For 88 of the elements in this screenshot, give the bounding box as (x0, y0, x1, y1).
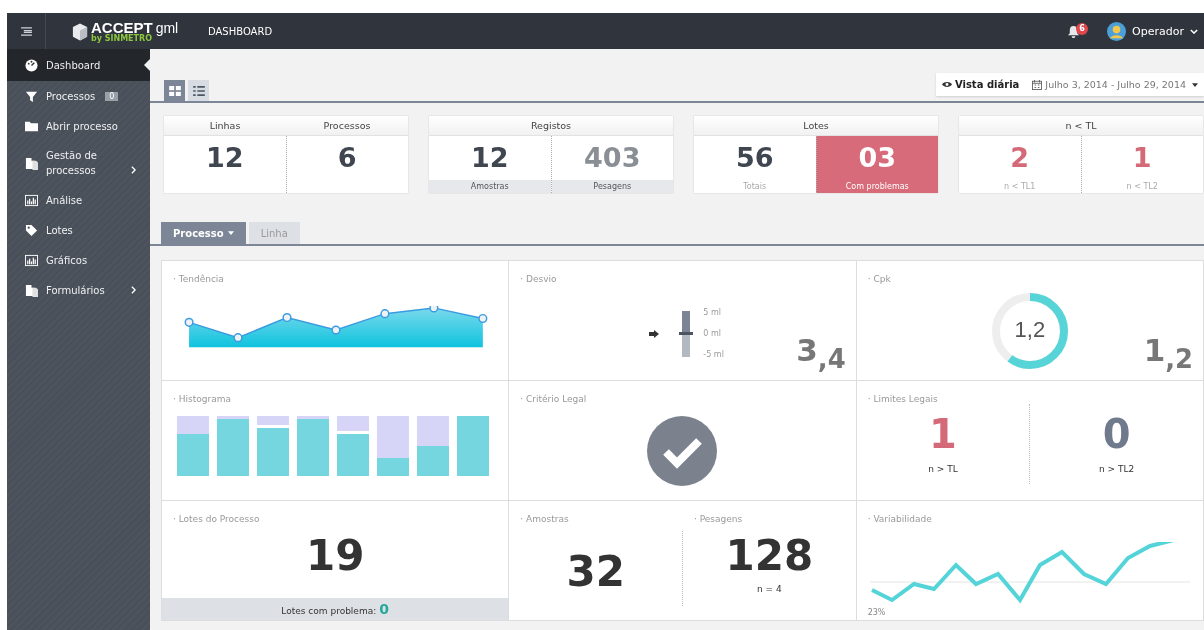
footer-value: 0 (379, 601, 389, 617)
sidebar-item[interactable]: Processos 0 (7, 81, 150, 111)
documents-icon (25, 283, 38, 297)
list-icon (192, 85, 205, 96)
chevron-down-icon (1190, 28, 1198, 34)
stat-card-title: Processos (322, 119, 372, 133)
panel-title: · Lotes do Processo (173, 514, 260, 524)
tab[interactable]: Processo (161, 222, 246, 244)
sidebar-item[interactable]: Abrir processo (7, 111, 150, 141)
stat-card-title: Registos (529, 119, 573, 133)
stat-card-title: n < TL (1064, 119, 1098, 133)
filter-icon (25, 89, 38, 103)
stat-value: 403 (584, 141, 641, 175)
lots-value: 19 (305, 530, 365, 582)
footer-label: Lotes com problema: (281, 606, 377, 616)
eye-icon (941, 81, 952, 88)
stat-value: 2 (1010, 141, 1030, 175)
sidebar-item[interactable]: Formulários (7, 275, 150, 305)
stat-value: 12 (470, 141, 509, 175)
stat-value: 03 (858, 141, 897, 175)
stat-card-title: Lotes (802, 119, 830, 133)
sidebar-item[interactable]: Análise (7, 185, 150, 215)
daily-view-button[interactable]: Vista diária (954, 79, 1020, 90)
panel-title: · Critério Legal (520, 394, 587, 404)
box-logo-icon (72, 21, 88, 41)
documents-icon (25, 156, 38, 170)
panel-title: · Desvio (520, 274, 557, 284)
stat-value: 56 (735, 141, 774, 175)
gauge-label: 1,2 (1013, 317, 1047, 343)
list-view-button[interactable] (188, 80, 209, 101)
scale-label: 5 ml (703, 307, 722, 319)
limit-value: 0 (1102, 410, 1131, 459)
limit-label: n > TL2 (1099, 464, 1135, 474)
big-value: 1$_{,2}$ (1143, 331, 1193, 374)
sample-value: 128 (725, 530, 814, 582)
folder-icon (25, 119, 38, 133)
stat-caption: n < TL1 (1003, 181, 1037, 193)
sidebar-item[interactable]: Gestão de processos (7, 141, 150, 185)
avatar-icon (1107, 21, 1127, 41)
brand-name: ACCEPT (91, 19, 153, 35)
limit-label: n > TL (928, 464, 958, 474)
panel-title: · Pesagens (694, 514, 743, 524)
scale-label: -5 ml (703, 349, 724, 361)
deviation-gauge-drawing (679, 308, 694, 359)
stat-value: 1 (1132, 141, 1152, 175)
caret-icon (1192, 82, 1198, 87)
scale-label: 0 ml (703, 328, 722, 340)
date-range-picker[interactable]: Julho 3, 2014 - Julho 29, 2014 (1045, 79, 1186, 90)
chevron-right-icon (131, 286, 136, 294)
tag-icon (25, 223, 38, 237)
panel-title: · Cpk (867, 274, 891, 284)
menu-icon[interactable] (20, 26, 32, 36)
stat-card-title: Linhas (208, 119, 242, 133)
stat-caption: Totais (742, 181, 768, 193)
panel-title: · Amostras (520, 514, 569, 524)
panel-title: · Variabilidade (867, 514, 932, 524)
stat-value: 6 (337, 141, 357, 175)
sidebar-item[interactable]: Dashboard (7, 49, 150, 81)
caret-icon (227, 231, 234, 235)
grid-view-button[interactable] (164, 80, 185, 101)
sample-value: 32 (566, 546, 625, 598)
calendar-icon (1032, 79, 1043, 90)
notification-badge: 6 (1076, 23, 1089, 35)
stat-caption: Pesagens (551, 180, 673, 193)
stat-value: 12 (205, 141, 244, 175)
grid-icon (168, 85, 181, 96)
chevron-right-icon (131, 166, 136, 174)
sidebar-item[interactable]: Lotes (7, 215, 150, 245)
brand-byline: by SINMETRO (91, 34, 153, 43)
page-title: DASHBOARD (208, 25, 273, 37)
stat-caption: Amostras (429, 180, 551, 193)
panel-title: · Tendência (173, 274, 224, 284)
big-value: 3$_{,4}$ (796, 331, 846, 374)
count-badge: 0 (105, 91, 119, 101)
panel-title: · Limites Legais (867, 394, 938, 404)
panel-title: · Histograma (173, 394, 231, 404)
stat-caption: n < TL2 (1125, 181, 1159, 193)
dashboard-gauge-icon (25, 58, 38, 72)
limit-value: 1 (929, 410, 957, 459)
stat-caption: Com problemas (844, 181, 910, 193)
axis-label: 23% (867, 608, 886, 617)
arrow-right-icon (649, 329, 660, 338)
bar-chart-icon (25, 253, 38, 267)
bar-chart-icon (25, 193, 38, 207)
sidebar-item[interactable]: Gráficos (7, 245, 150, 275)
user-menu[interactable]: Operador (1132, 24, 1184, 38)
brand-suffix: gml (155, 20, 179, 35)
sample-note: n = 4 (757, 584, 782, 594)
